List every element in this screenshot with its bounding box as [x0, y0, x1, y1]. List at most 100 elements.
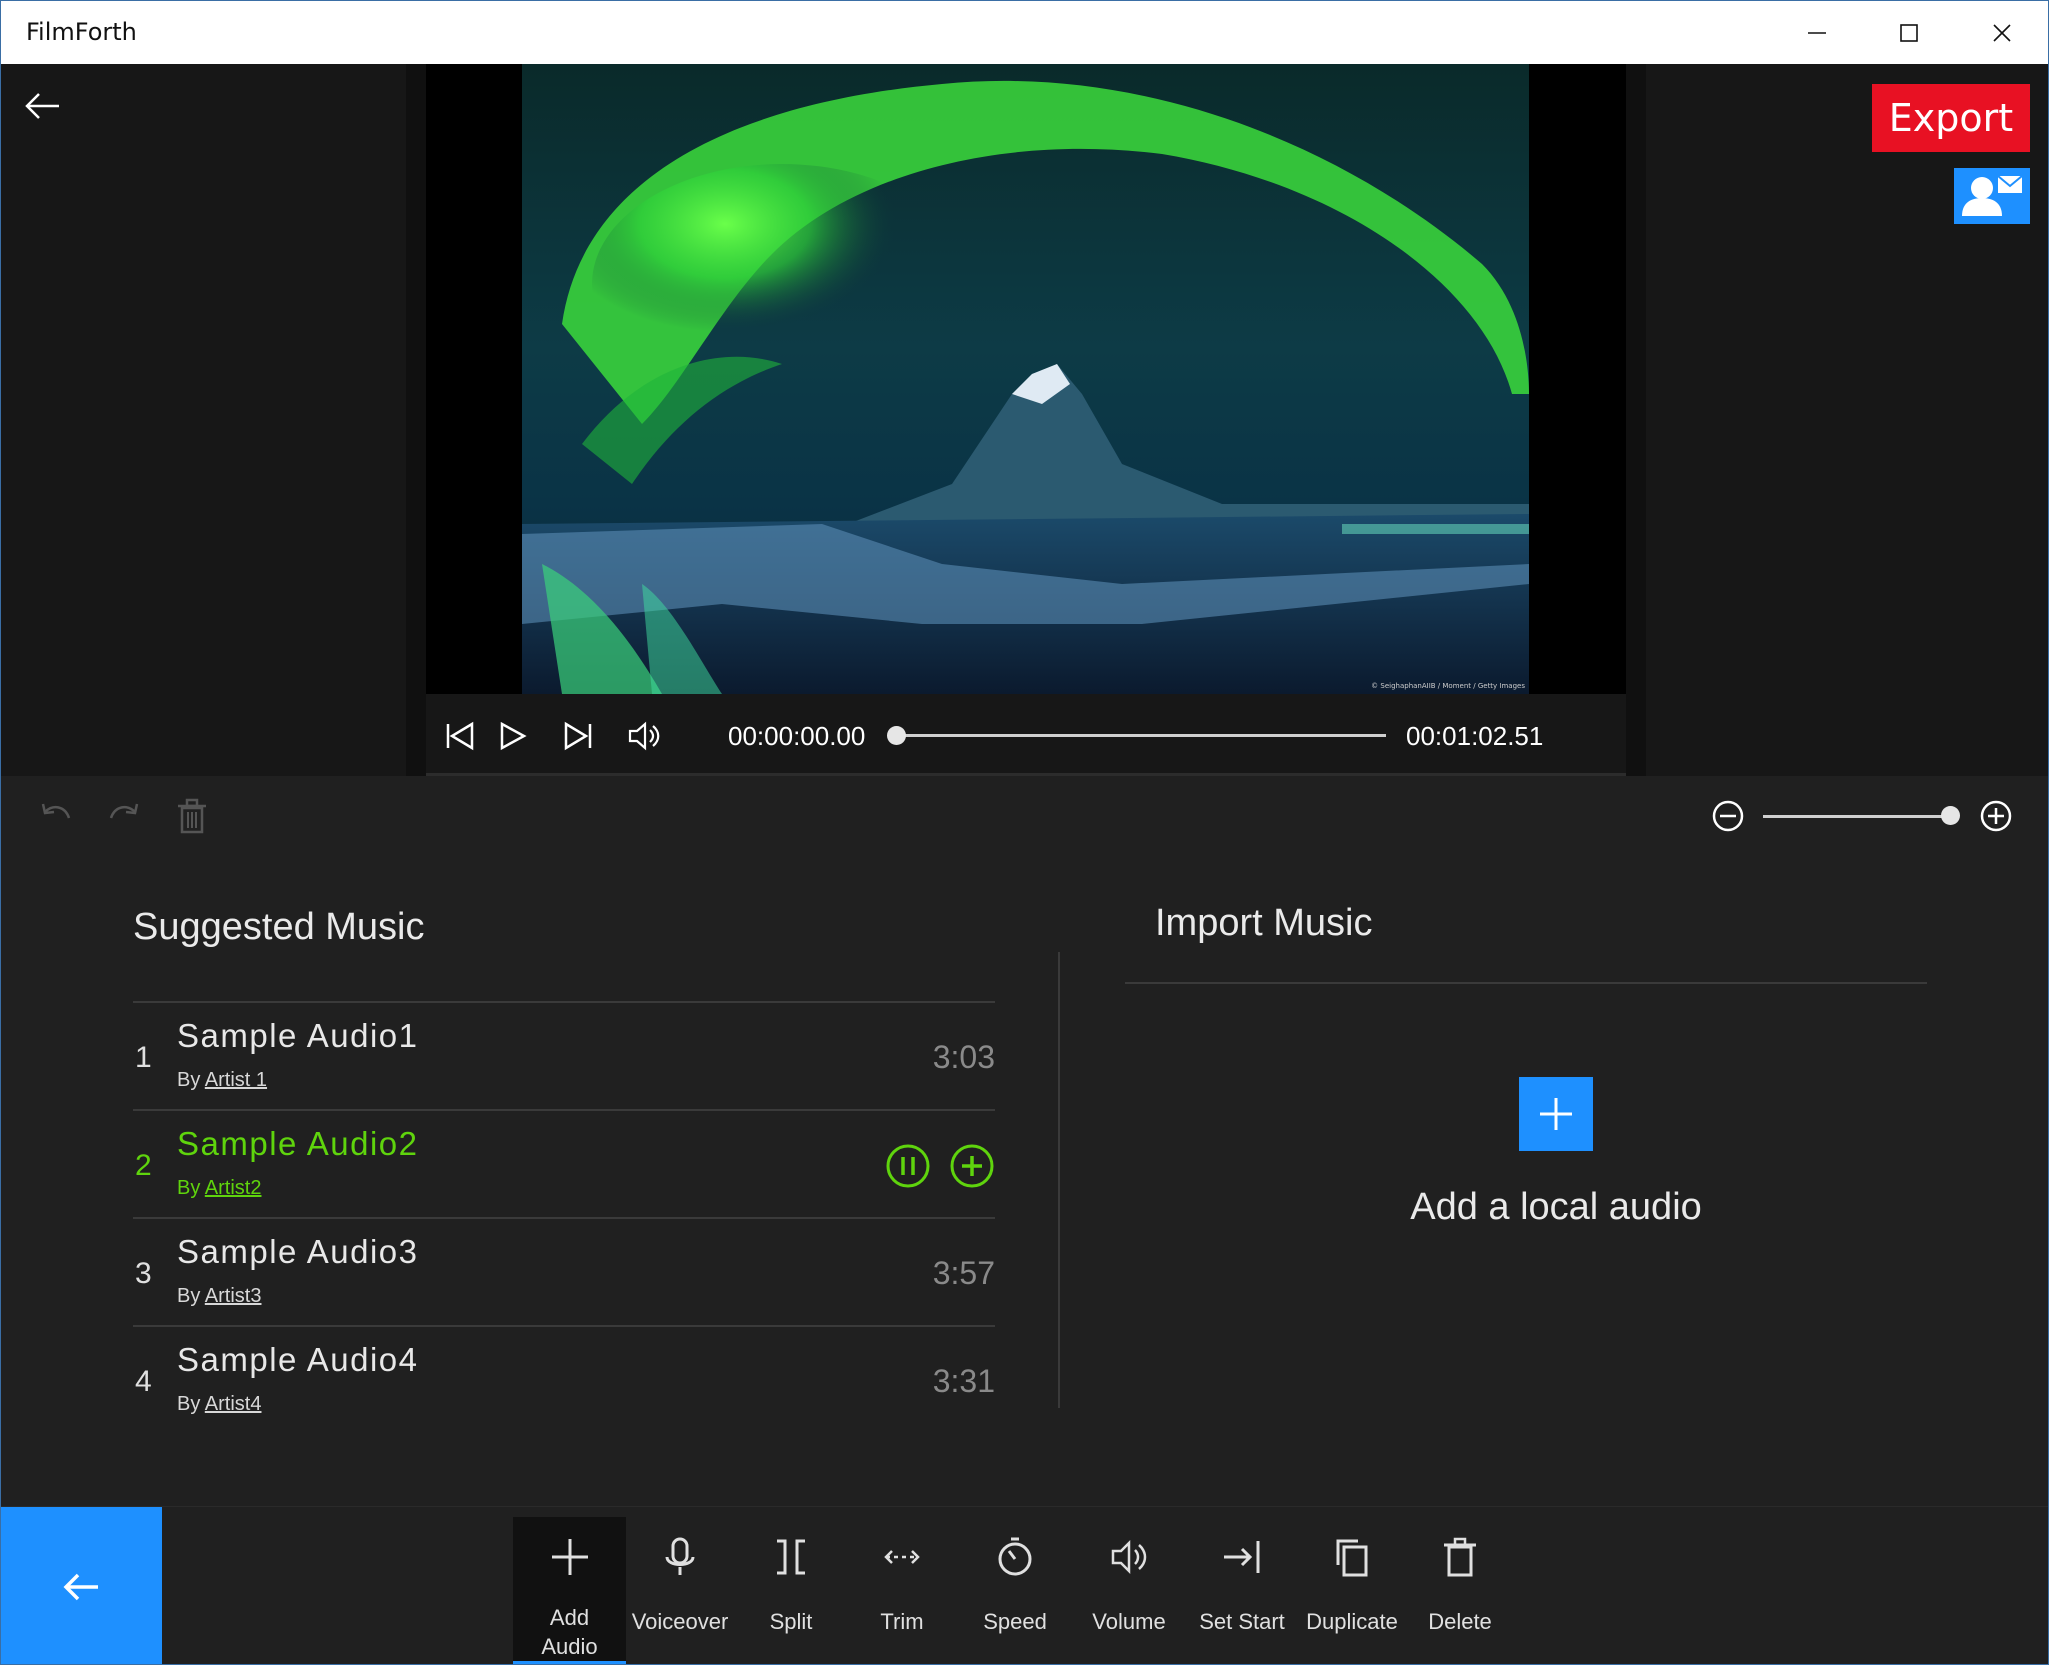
- suggested-track-list: 1 Sample Audio1 By Artist 1 3:03 2 Sampl…: [133, 1001, 995, 1433]
- contact-mail-icon: [1962, 175, 2023, 216]
- artist-link[interactable]: Artist4: [205, 1393, 262, 1415]
- export-button[interactable]: Export: [1872, 84, 2030, 152]
- arrow-left-icon: [63, 1573, 98, 1601]
- by-prefix: By: [177, 1177, 201, 1199]
- redo-button[interactable]: [105, 796, 145, 836]
- minimize-button[interactable]: [1771, 1, 1863, 64]
- track-artist-line: By Artist4: [177, 1393, 261, 1416]
- close-button[interactable]: [1956, 1, 2048, 64]
- maximize-button[interactable]: [1863, 1, 1955, 64]
- track-row-4[interactable]: 4 Sample Audio4 By Artist4 3:31: [133, 1325, 995, 1433]
- active-indicator: [513, 1661, 626, 1664]
- copy-icon: [1336, 1539, 1368, 1577]
- add-circle-icon: [950, 1144, 994, 1188]
- track-artist-line: By Artist3: [177, 1285, 261, 1308]
- play-icon: [500, 721, 527, 751]
- import-divider: [1125, 982, 1927, 984]
- track-number: 3: [135, 1257, 152, 1290]
- tool-add-audio[interactable]: Add Audio: [513, 1517, 626, 1664]
- tool-voiceover[interactable]: Voiceover: [626, 1517, 734, 1664]
- contact-button[interactable]: [1954, 168, 2030, 224]
- zoom-slider[interactable]: [1763, 815, 1953, 818]
- tool-label: Voiceover: [631, 1609, 729, 1634]
- current-time: 00:00:00.00: [728, 721, 866, 751]
- tool-trim[interactable]: Trim: [854, 1517, 950, 1664]
- right-panel: Export: [1646, 64, 2048, 776]
- bottom-back-button[interactable]: [1, 1507, 162, 1664]
- by-prefix: By: [177, 1069, 201, 1091]
- speaker-icon: [1111, 1539, 1147, 1575]
- tool-speed[interactable]: Speed: [966, 1517, 1064, 1664]
- undo-button[interactable]: [35, 796, 75, 836]
- suggested-music-title: Suggested Music: [133, 906, 425, 948]
- skip-back-icon: [446, 721, 474, 751]
- by-prefix: By: [177, 1393, 201, 1415]
- zoom-out-button[interactable]: [1708, 796, 1748, 836]
- play-button[interactable]: [492, 716, 532, 756]
- track-name: Sample Audio2: [177, 1125, 419, 1162]
- track-name: Sample Audio1: [177, 1017, 419, 1054]
- trash-icon: [178, 798, 206, 834]
- track-row-3[interactable]: 3 Sample Audio3 By Artist3 3:57: [133, 1217, 995, 1325]
- track-row-1[interactable]: 1 Sample Audio1 By Artist 1 3:03: [133, 1001, 995, 1109]
- track-artist-line: By Artist 1: [177, 1069, 267, 1092]
- track-name: Sample Audio4: [177, 1341, 419, 1378]
- editor-top-area: © SeighaphanAIIB / Moment / Getty Images…: [1, 64, 2048, 776]
- add-local-audio-label[interactable]: Add a local audio: [1301, 1186, 1811, 1229]
- title-bar: FilmForth: [1, 1, 2048, 64]
- artist-link[interactable]: Artist 1: [205, 1069, 267, 1091]
- tool-label: Duplicate: [1306, 1609, 1398, 1634]
- redo-icon: [109, 803, 139, 819]
- back-button[interactable]: [23, 86, 63, 126]
- artist-link[interactable]: Artist3: [205, 1285, 262, 1307]
- add-track-button[interactable]: [949, 1143, 995, 1189]
- skip-forward-icon: [564, 721, 592, 751]
- split-icon: [777, 1539, 805, 1575]
- arrows-horizontal-icon: [884, 1550, 920, 1564]
- tool-label: Trim: [880, 1609, 924, 1634]
- tool-duplicate[interactable]: Duplicate: [1297, 1517, 1407, 1664]
- skip-to-start-button[interactable]: [440, 716, 480, 756]
- track-row-2[interactable]: 2 Sample Audio2 By Artist2: [133, 1109, 995, 1217]
- arrow-to-line-icon: [1224, 1541, 1260, 1573]
- tool-label: Set Start: [1199, 1609, 1285, 1634]
- total-time: 00:01:02.51: [1406, 721, 1544, 751]
- skip-to-end-button[interactable]: [558, 716, 598, 756]
- tool-split[interactable]: Split: [744, 1517, 838, 1664]
- zoom-in-button[interactable]: [1976, 796, 2016, 836]
- preview-frame-image: © SeighaphanAIIB / Moment / Getty Images: [522, 64, 1529, 694]
- video-preview[interactable]: © SeighaphanAIIB / Moment / Getty Images: [426, 64, 1626, 694]
- track-duration: 3:31: [932, 1363, 995, 1399]
- add-local-audio-button[interactable]: [1519, 1077, 1593, 1151]
- pause-track-button[interactable]: [885, 1143, 931, 1189]
- app-window: FilmForth © SeighaphanAIIB / Moment / Ge…: [0, 0, 2049, 1665]
- tool-set-start[interactable]: Set Start: [1191, 1517, 1293, 1664]
- minimize-icon: [1808, 31, 1826, 34]
- speaker-icon: [628, 721, 660, 751]
- volume-button[interactable]: [624, 716, 664, 756]
- plus-icon: [551, 1539, 588, 1575]
- seek-thumb[interactable]: [887, 726, 906, 745]
- playback-controls: 00:00:00.00 00:01:02.51: [426, 694, 1626, 776]
- tool-delete[interactable]: Delete: [1413, 1517, 1507, 1664]
- seek-bar[interactable]: [896, 734, 1386, 737]
- artist-link[interactable]: Artist2: [205, 1177, 262, 1199]
- trash-icon: [1444, 1537, 1476, 1577]
- undo-icon: [41, 803, 71, 819]
- edit-toolrow: [1, 776, 2048, 856]
- import-music-title: Import Music: [1155, 902, 1373, 944]
- image-credit: © SeighaphanAIIB / Moment / Getty Images: [1371, 682, 1525, 690]
- track-duration: 3:03: [932, 1039, 995, 1075]
- panel-divider: [1058, 952, 1060, 1408]
- tool-volume[interactable]: Volume: [1081, 1517, 1177, 1664]
- trash-button[interactable]: [172, 796, 212, 836]
- tool-label: Delete: [1428, 1609, 1492, 1634]
- pause-circle-icon: [886, 1144, 930, 1188]
- tool-label: Volume: [1092, 1609, 1166, 1634]
- zoom-thumb[interactable]: [1941, 806, 1960, 825]
- microphone-icon: [665, 1537, 695, 1575]
- music-panel: Suggested Music 1 Sample Audio1 By Artis…: [1, 856, 2048, 1506]
- left-panel: [1, 64, 406, 776]
- close-icon: [1993, 23, 2011, 42]
- bottom-toolbar: Add Audio Voiceover Split Trim Speed Vol…: [1, 1506, 2048, 1664]
